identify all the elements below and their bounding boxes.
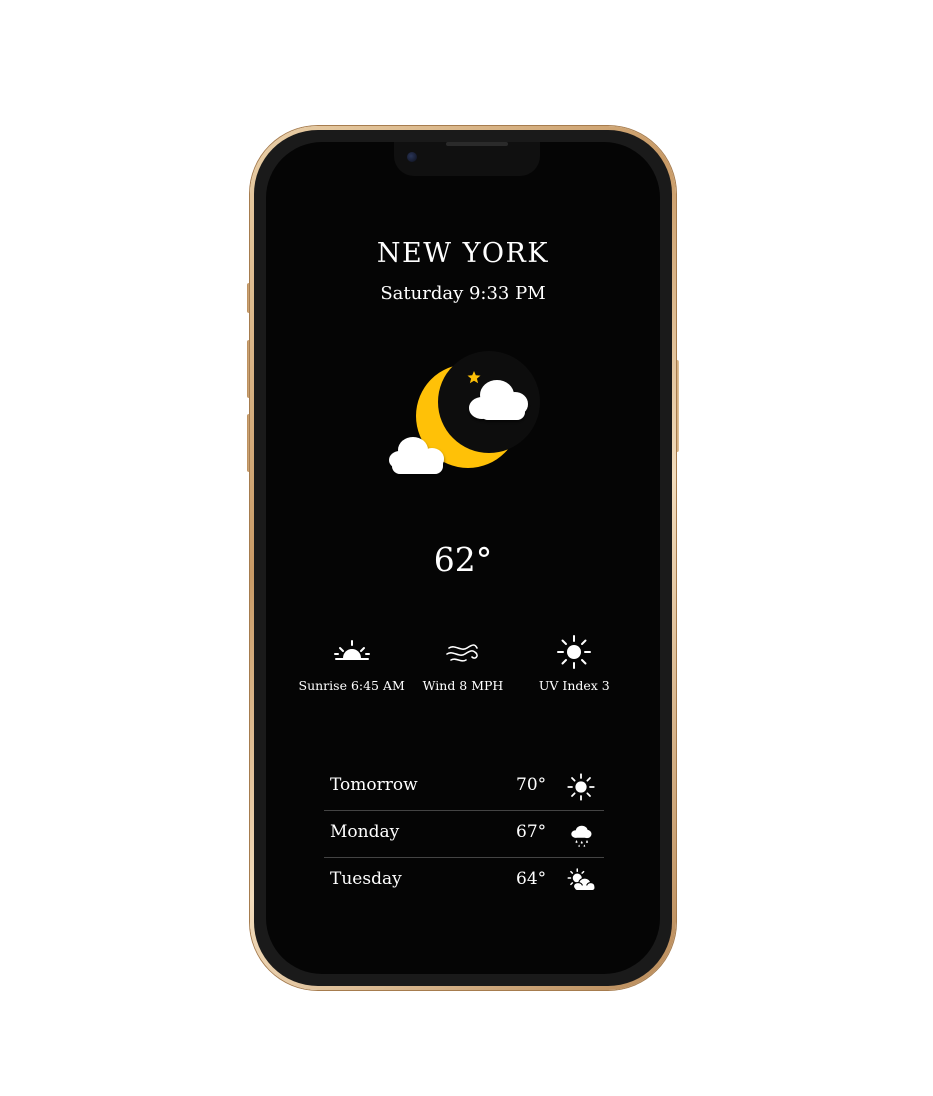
wind-label: Wind 8 MPH bbox=[422, 678, 504, 693]
forecast-row[interactable]: Tomorrow 70° bbox=[324, 764, 604, 811]
front-camera bbox=[407, 152, 417, 162]
stat-uv: UV Index 3 bbox=[519, 632, 630, 693]
forecast-day: Monday bbox=[330, 822, 400, 842]
sun-icon bbox=[567, 773, 595, 801]
sun-icon bbox=[557, 635, 592, 669]
forecast-day: Tomorrow bbox=[330, 775, 418, 795]
rain-cloud-icon bbox=[571, 825, 592, 847]
current-temperature: 62° bbox=[433, 540, 493, 579]
forecast-row[interactable]: Monday 67° bbox=[324, 811, 604, 858]
weather-screen: NEW YORK Saturday 9:33 PM 62° Sunrise 6:… bbox=[266, 142, 660, 974]
partly-cloudy-icon bbox=[567, 868, 596, 891]
date-time: Saturday 9:33 PM bbox=[380, 283, 546, 304]
city-name: NEW YORK bbox=[376, 238, 550, 269]
forecast-list: Tomorrow 70° Monday 67° Tuesday 64° bbox=[324, 764, 604, 904]
forecast-row[interactable]: Tuesday 64° bbox=[324, 858, 604, 904]
forecast-day: Tuesday bbox=[330, 869, 402, 889]
earpiece-speaker bbox=[446, 142, 508, 146]
stats-row: Sunrise 6:45 AM Wind 8 MPH UV Index 3 bbox=[296, 632, 630, 693]
moon-cloudy-icon bbox=[389, 351, 540, 474]
uv-label: UV Index 3 bbox=[538, 678, 610, 693]
notch bbox=[394, 142, 540, 176]
phone-bezel: NEW YORK Saturday 9:33 PM 62° Sunrise 6:… bbox=[254, 130, 672, 986]
stat-wind: Wind 8 MPH bbox=[407, 632, 518, 693]
sunrise-label: Sunrise 6:45 AM bbox=[298, 678, 405, 693]
wind-icon bbox=[446, 644, 478, 662]
stat-sunrise: Sunrise 6:45 AM bbox=[296, 632, 407, 693]
phone-frame: NEW YORK Saturday 9:33 PM 62° Sunrise 6:… bbox=[250, 126, 676, 990]
forecast-temp: 70° bbox=[516, 775, 547, 795]
forecast-temp: 64° bbox=[516, 869, 547, 889]
sunrise-icon bbox=[333, 640, 370, 660]
forecast-temp: 67° bbox=[516, 822, 547, 842]
